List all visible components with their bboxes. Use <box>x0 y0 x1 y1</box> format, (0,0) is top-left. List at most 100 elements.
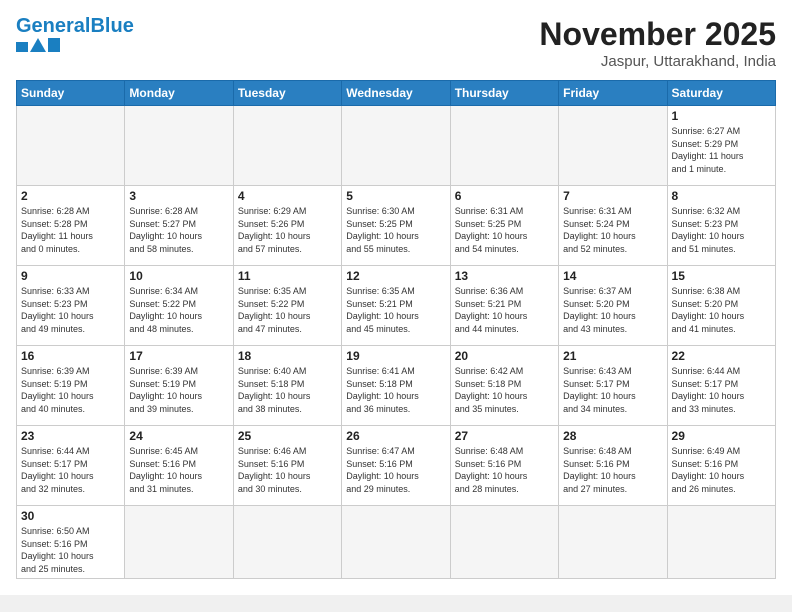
day-number: 5 <box>346 189 445 203</box>
day-number: 1 <box>672 109 771 123</box>
logo: GeneralBlue <box>16 16 134 52</box>
day-info: Sunrise: 6:35 AM Sunset: 5:21 PM Dayligh… <box>346 285 445 335</box>
day-number: 26 <box>346 429 445 443</box>
page: GeneralBlue November 2025 Jaspur, Uttara… <box>0 0 792 595</box>
header-saturday: Saturday <box>667 81 775 106</box>
header-monday: Monday <box>125 81 233 106</box>
table-row <box>17 106 125 186</box>
day-info: Sunrise: 6:40 AM Sunset: 5:18 PM Dayligh… <box>238 365 337 415</box>
day-number: 11 <box>238 269 337 283</box>
table-row: 21Sunrise: 6:43 AM Sunset: 5:17 PM Dayli… <box>559 346 667 426</box>
table-row: 8 Sunrise: 6:32 AM Sunset: 5:23 PM Daylig… <box>667 186 775 266</box>
day-number: 9 <box>21 269 120 283</box>
table-row: 11 Sunrise: 6:35 AM Sunset: 5:22 PM Dayli… <box>233 266 341 346</box>
calendar-table: Sunday Monday Tuesday Wednesday Thursday… <box>16 80 776 579</box>
day-number: 6 <box>455 189 554 203</box>
day-info: Sunrise: 6:28 AM Sunset: 5:27 PM Dayligh… <box>129 205 228 255</box>
table-row <box>233 506 341 579</box>
day-info: Sunrise: 6:46 AM Sunset: 5:16 PM Dayligh… <box>238 445 337 495</box>
weekday-header-row: Sunday Monday Tuesday Wednesday Thursday… <box>17 81 776 106</box>
day-info: Sunrise: 6:47 AM Sunset: 5:16 PM Dayligh… <box>346 445 445 495</box>
table-row <box>125 106 233 186</box>
table-row: 28 Sunrise: 6:48 AM Sunset: 5:16 PM Dayli… <box>559 426 667 506</box>
header-sunday: Sunday <box>17 81 125 106</box>
day-number: 7 <box>563 189 662 203</box>
day-info: Sunrise: 6:33 AM Sunset: 5:23 PM Dayligh… <box>21 285 120 335</box>
day-info: Sunrise: 6:30 AM Sunset: 5:25 PM Dayligh… <box>346 205 445 255</box>
day-info: Sunrise: 6:38 AM Sunset: 5:20 PM Dayligh… <box>672 285 771 335</box>
table-row <box>342 106 450 186</box>
table-row: 20Sunrise: 6:42 AM Sunset: 5:18 PM Dayli… <box>450 346 558 426</box>
table-row: 17 Sunrise: 6:39 AM Sunset: 5:19 PM Dayli… <box>125 346 233 426</box>
header-friday: Friday <box>559 81 667 106</box>
day-number: 25 <box>238 429 337 443</box>
day-info: Sunrise: 6:44 AM Sunset: 5:17 PM Dayligh… <box>672 365 771 415</box>
day-info: Sunrise: 6:39 AM Sunset: 5:19 PM Dayligh… <box>21 365 120 415</box>
table-row: 19 Sunrise: 6:41 AM Sunset: 5:18 PM Dayli… <box>342 346 450 426</box>
logo-blue: Blue <box>90 15 133 37</box>
day-number: 16 <box>21 349 120 363</box>
day-info: Sunrise: 6:28 AM Sunset: 5:28 PM Dayligh… <box>21 205 120 255</box>
table-row: 27Sunrise: 6:48 AM Sunset: 5:16 PM Dayli… <box>450 426 558 506</box>
day-info: Sunrise: 6:31 AM Sunset: 5:24 PM Dayligh… <box>563 205 662 255</box>
table-row: 2Sunrise: 6:28 AM Sunset: 5:28 PM Daylig… <box>17 186 125 266</box>
table-row: 24 Sunrise: 6:45 AM Sunset: 5:16 PM Dayli… <box>125 426 233 506</box>
day-info: Sunrise: 6:32 AM Sunset: 5:23 PM Dayligh… <box>672 205 771 255</box>
table-row <box>450 106 558 186</box>
table-row: 30 Sunrise: 6:50 AM Sunset: 5:16 PM Dayli… <box>17 506 125 579</box>
table-row: 6 Sunrise: 6:31 AM Sunset: 5:25 PM Daylig… <box>450 186 558 266</box>
location: Jaspur, Uttarakhand, India <box>539 53 776 70</box>
table-row: 16 Sunrise: 6:39 AM Sunset: 5:19 PM Dayli… <box>17 346 125 426</box>
day-info: Sunrise: 6:43 AM Sunset: 5:17 PM Dayligh… <box>563 365 662 415</box>
day-number: 3 <box>129 189 228 203</box>
day-info: Sunrise: 6:35 AM Sunset: 5:22 PM Dayligh… <box>238 285 337 335</box>
table-row: 3 Sunrise: 6:28 AM Sunset: 5:27 PM Daylig… <box>125 186 233 266</box>
table-row: 23 Sunrise: 6:44 AM Sunset: 5:17 PM Dayli… <box>17 426 125 506</box>
table-row: 25 Sunrise: 6:46 AM Sunset: 5:16 PM Dayli… <box>233 426 341 506</box>
day-number: 28 <box>563 429 662 443</box>
day-info: Sunrise: 6:45 AM Sunset: 5:16 PM Dayligh… <box>129 445 228 495</box>
day-number: 14 <box>563 269 662 283</box>
day-info: Sunrise: 6:49 AM Sunset: 5:16 PM Dayligh… <box>672 445 771 495</box>
day-info: Sunrise: 6:31 AM Sunset: 5:25 PM Dayligh… <box>455 205 554 255</box>
table-row: 18 Sunrise: 6:40 AM Sunset: 5:18 PM Dayli… <box>233 346 341 426</box>
table-row: 1 Sunrise: 6:27 AM Sunset: 5:29 PM Daylig… <box>667 106 775 186</box>
day-number: 22 <box>672 349 771 363</box>
day-number: 13 <box>455 269 554 283</box>
table-row: 13 Sunrise: 6:36 AM Sunset: 5:21 PM Dayli… <box>450 266 558 346</box>
day-info: Sunrise: 6:29 AM Sunset: 5:26 PM Dayligh… <box>238 205 337 255</box>
day-info: Sunrise: 6:27 AM Sunset: 5:29 PM Dayligh… <box>672 125 771 175</box>
day-number: 29 <box>672 429 771 443</box>
table-row <box>450 506 558 579</box>
table-row: 9 Sunrise: 6:33 AM Sunset: 5:23 PM Daylig… <box>17 266 125 346</box>
logo-general: General <box>16 15 90 37</box>
day-number: 23 <box>21 429 120 443</box>
table-row: 22 Sunrise: 6:44 AM Sunset: 5:17 PM Dayli… <box>667 346 775 426</box>
day-number: 30 <box>21 509 120 523</box>
day-info: Sunrise: 6:36 AM Sunset: 5:21 PM Dayligh… <box>455 285 554 335</box>
day-info: Sunrise: 6:42 AM Sunset: 5:18 PM Dayligh… <box>455 365 554 415</box>
day-info: Sunrise: 6:44 AM Sunset: 5:17 PM Dayligh… <box>21 445 120 495</box>
table-row: 4 Sunrise: 6:29 AM Sunset: 5:26 PM Daylig… <box>233 186 341 266</box>
table-row <box>233 106 341 186</box>
day-info: Sunrise: 6:34 AM Sunset: 5:22 PM Dayligh… <box>129 285 228 335</box>
day-number: 17 <box>129 349 228 363</box>
table-row: 5 Sunrise: 6:30 AM Sunset: 5:25 PM Daylig… <box>342 186 450 266</box>
header-wednesday: Wednesday <box>342 81 450 106</box>
header: GeneralBlue November 2025 Jaspur, Uttara… <box>16 16 776 70</box>
table-row <box>667 506 775 579</box>
day-number: 8 <box>672 189 771 203</box>
header-tuesday: Tuesday <box>233 81 341 106</box>
logo-text: GeneralBlue <box>16 16 134 36</box>
day-info: Sunrise: 6:50 AM Sunset: 5:16 PM Dayligh… <box>21 525 120 575</box>
day-info: Sunrise: 6:41 AM Sunset: 5:18 PM Dayligh… <box>346 365 445 415</box>
logo-icon <box>16 38 60 52</box>
day-info: Sunrise: 6:39 AM Sunset: 5:19 PM Dayligh… <box>129 365 228 415</box>
day-number: 19 <box>346 349 445 363</box>
day-number: 18 <box>238 349 337 363</box>
table-row: 29 Sunrise: 6:49 AM Sunset: 5:16 PM Dayli… <box>667 426 775 506</box>
day-number: 4 <box>238 189 337 203</box>
day-number: 24 <box>129 429 228 443</box>
title-block: November 2025 Jaspur, Uttarakhand, India <box>539 16 776 70</box>
day-info: Sunrise: 6:48 AM Sunset: 5:16 PM Dayligh… <box>563 445 662 495</box>
